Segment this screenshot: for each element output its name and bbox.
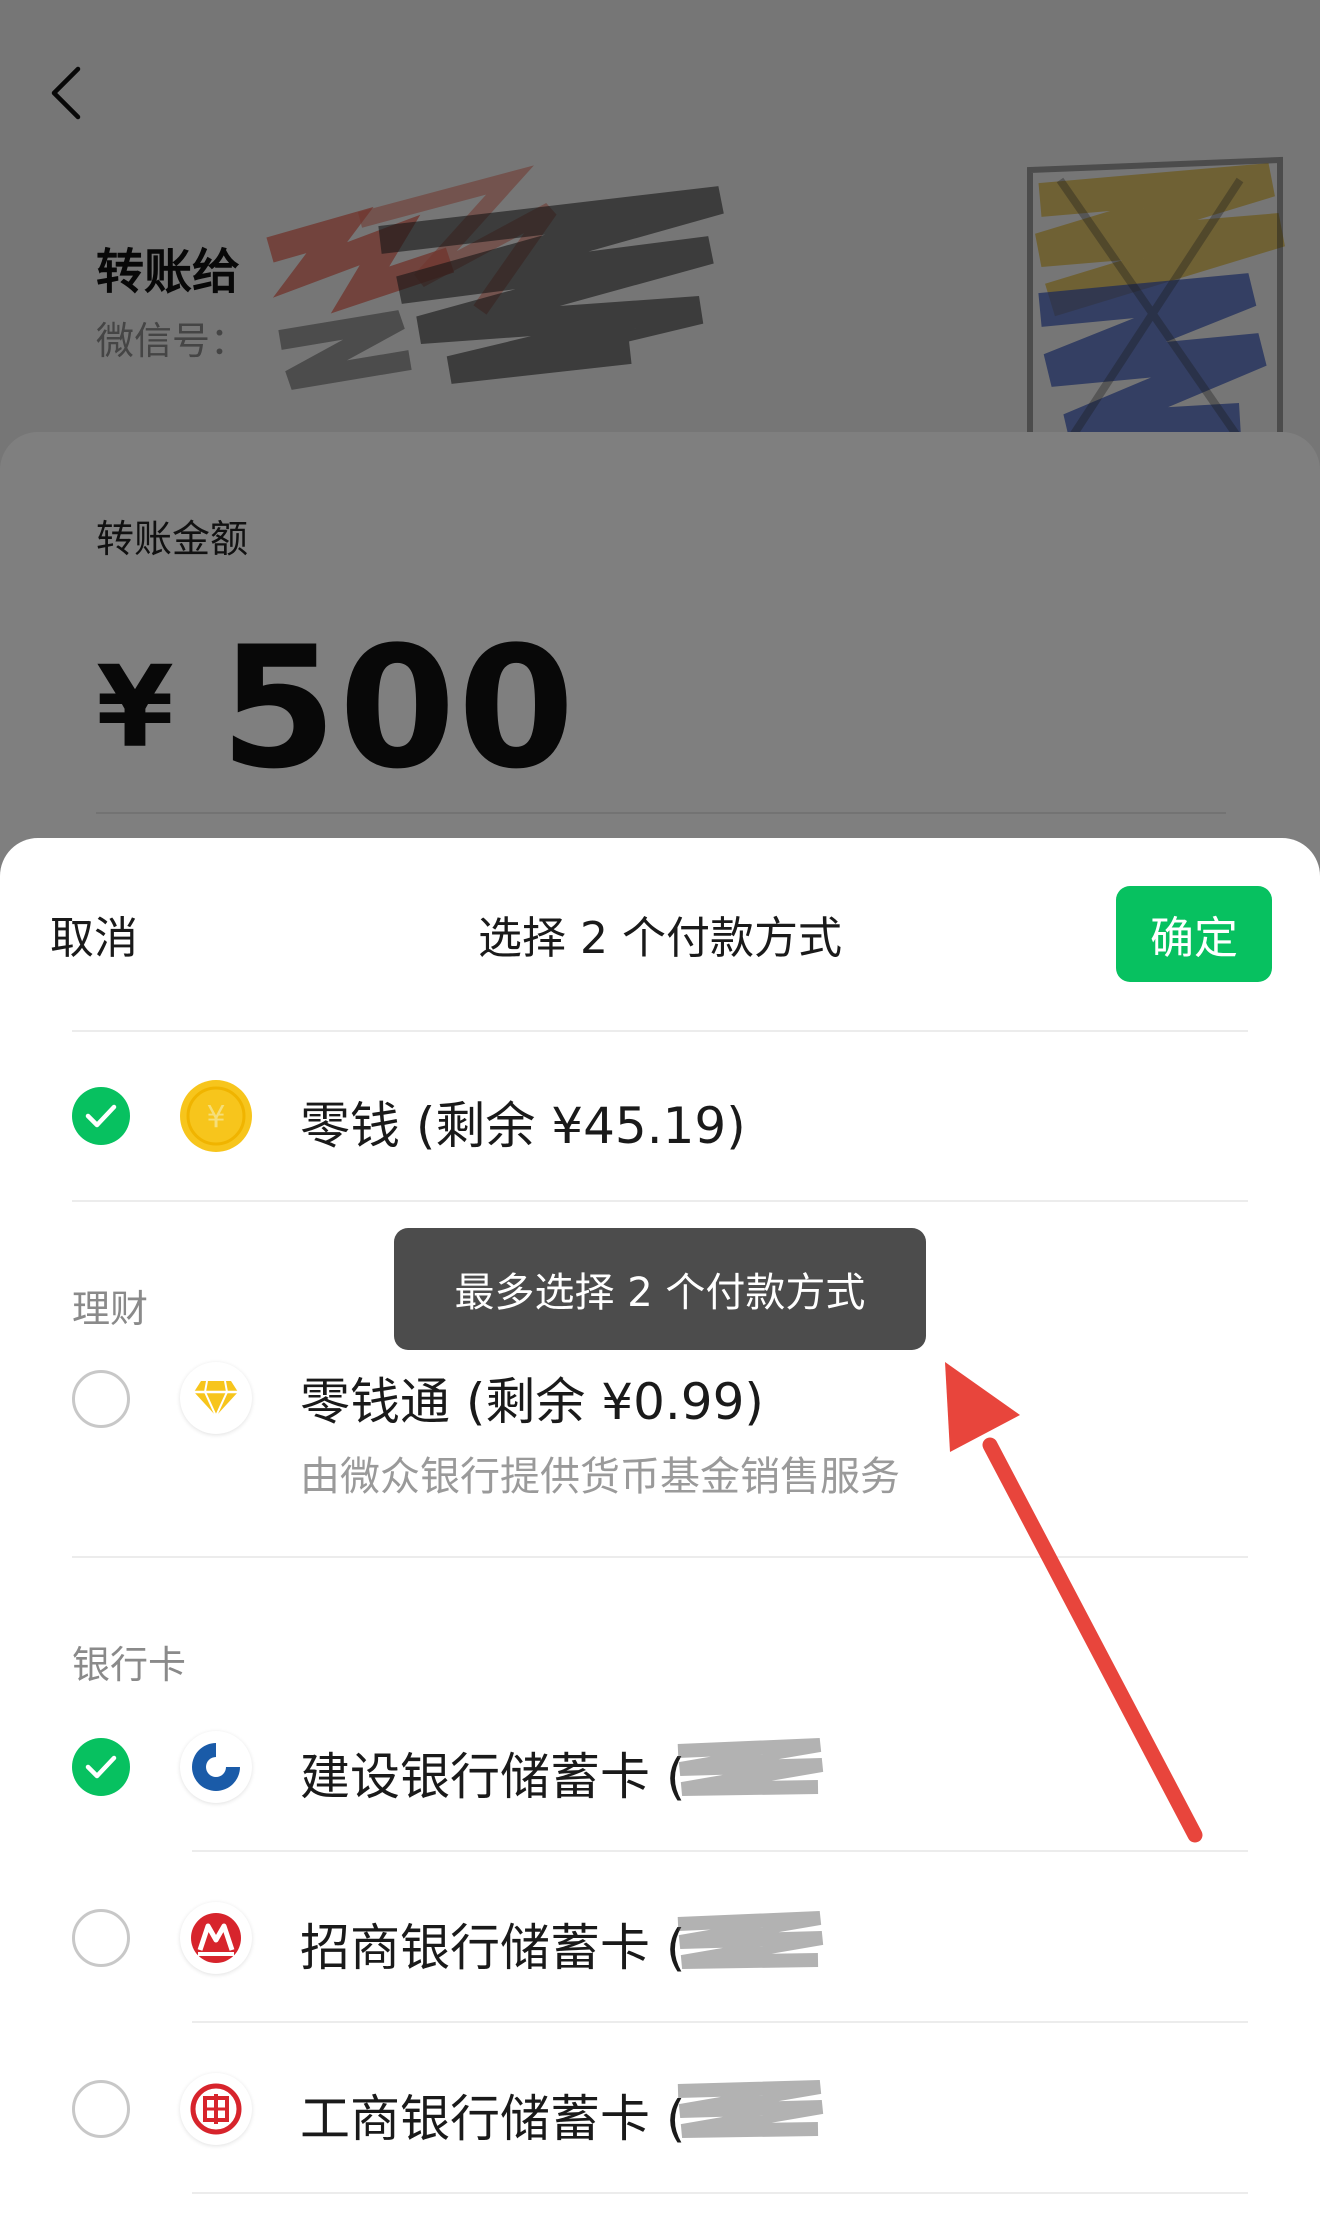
divider (72, 1200, 1248, 1202)
option-label: 招商银行储蓄卡 ( (300, 1919, 686, 1977)
section-label-licai: 理财 (72, 1287, 149, 1331)
option-lingqiantong[interactable]: 零钱通 (剩余 ¥0.99) 由微众银行提供货币基金销售服务 (0, 1350, 1320, 1530)
diamond-icon (180, 1362, 252, 1434)
option-label: 建设银行储蓄卡 ( (300, 1748, 686, 1806)
option-label: 零钱 (剩余 ¥45.19) (300, 1097, 746, 1155)
icbc-logo-icon (180, 2073, 252, 2145)
toast-message: 最多选择 2 个付款方式 (394, 1228, 926, 1350)
unchecked-icon[interactable] (72, 1370, 130, 1428)
option-change-balance[interactable]: ¥ 零钱 (剩余 ¥45.19) (0, 1056, 1320, 1176)
divider (72, 1556, 1248, 1558)
checked-icon[interactable] (72, 1087, 130, 1145)
option-label: 零钱通 (剩余 ¥0.99) (300, 1373, 764, 1431)
checked-icon[interactable] (72, 1738, 130, 1796)
payment-method-sheet: 取消 选择 2 个付款方式 确定 ¥ 零钱 (剩余 ¥45.19) 理财 零钱通… (0, 838, 1320, 2213)
redacted-card-number-scribble (677, 1738, 824, 1796)
ccb-logo-icon (180, 1731, 252, 1803)
divider (192, 1850, 1248, 1852)
divider (192, 2192, 1248, 2194)
option-bank-card-cmb[interactable]: 招商银行储蓄卡 ( (0, 1878, 1320, 1998)
header-divider (72, 1030, 1248, 1032)
option-subtitle: 由微众银行提供货币基金销售服务 (300, 1454, 900, 1500)
unchecked-icon[interactable] (72, 1909, 130, 1967)
svg-text:¥: ¥ (206, 1100, 225, 1135)
redacted-card-number-scribble (677, 2080, 824, 2138)
option-label: 工商银行储蓄卡 ( (300, 2090, 686, 2148)
yuan-coin-icon: ¥ (180, 1080, 252, 1152)
confirm-button[interactable]: 确定 (1116, 886, 1272, 982)
option-bank-card-ccb[interactable]: 建设银行储蓄卡 ( (0, 1707, 1320, 1827)
divider (192, 2021, 1248, 2023)
unchecked-icon[interactable] (72, 2080, 130, 2138)
cmb-logo-icon (180, 1902, 252, 1974)
redacted-card-number-scribble (677, 1911, 824, 1969)
section-label-bank-cards: 银行卡 (72, 1643, 187, 1687)
option-bank-card-icbc[interactable]: 工商银行储蓄卡 ( (0, 2049, 1320, 2169)
